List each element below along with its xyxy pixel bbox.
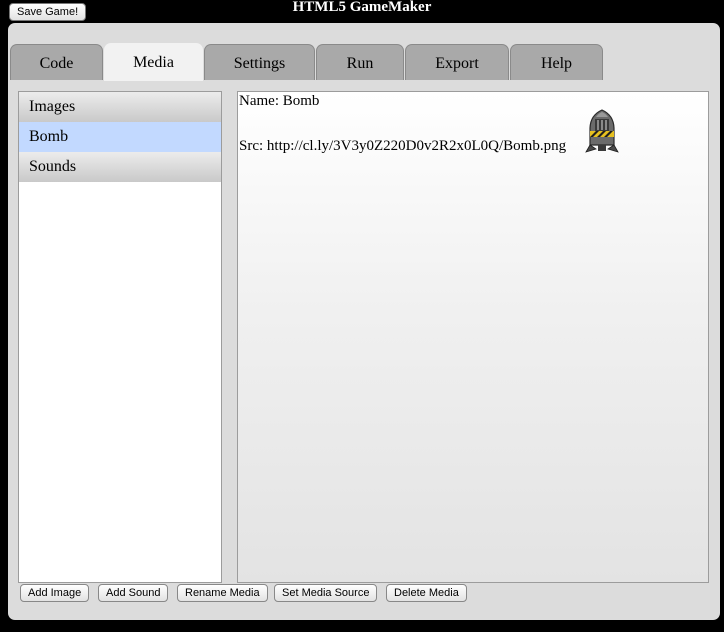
delete-media-button[interactable]: Delete Media (386, 584, 467, 602)
tab-code[interactable]: Code (10, 44, 103, 80)
media-list: Images Bomb Sounds (18, 91, 222, 583)
tab-media[interactable]: Media (104, 43, 203, 81)
media-category-images[interactable]: Images (19, 92, 221, 122)
rename-media-button[interactable]: Rename Media (177, 584, 268, 602)
media-source: Src: http://cl.ly/3V3y0Z220D0v2R2x0L0Q/B… (239, 138, 567, 154)
tab-help[interactable]: Help (510, 44, 603, 80)
media-item-bomb[interactable]: Bomb (19, 122, 221, 152)
media-category-sounds[interactable]: Sounds (19, 152, 221, 182)
media-name: Name: Bomb (239, 93, 320, 109)
app-title: HTML5 GameMaker (292, 0, 432, 15)
add-image-button[interactable]: Add Image (20, 584, 90, 602)
main-panel: Code Media Settings Run Export Help Imag… (8, 23, 720, 620)
tab-settings[interactable]: Settings (204, 44, 315, 80)
add-sound-button[interactable]: Add Sound (98, 584, 169, 602)
bomb-sprite-icon (585, 109, 619, 153)
tab-export[interactable]: Export (405, 44, 509, 80)
set-media-source-button[interactable]: Set Media Source (274, 584, 378, 602)
tab-run[interactable]: Run (316, 44, 404, 80)
media-details: Name: Bomb Src: http://cl.ly/3V3y0Z220D0… (237, 91, 709, 583)
